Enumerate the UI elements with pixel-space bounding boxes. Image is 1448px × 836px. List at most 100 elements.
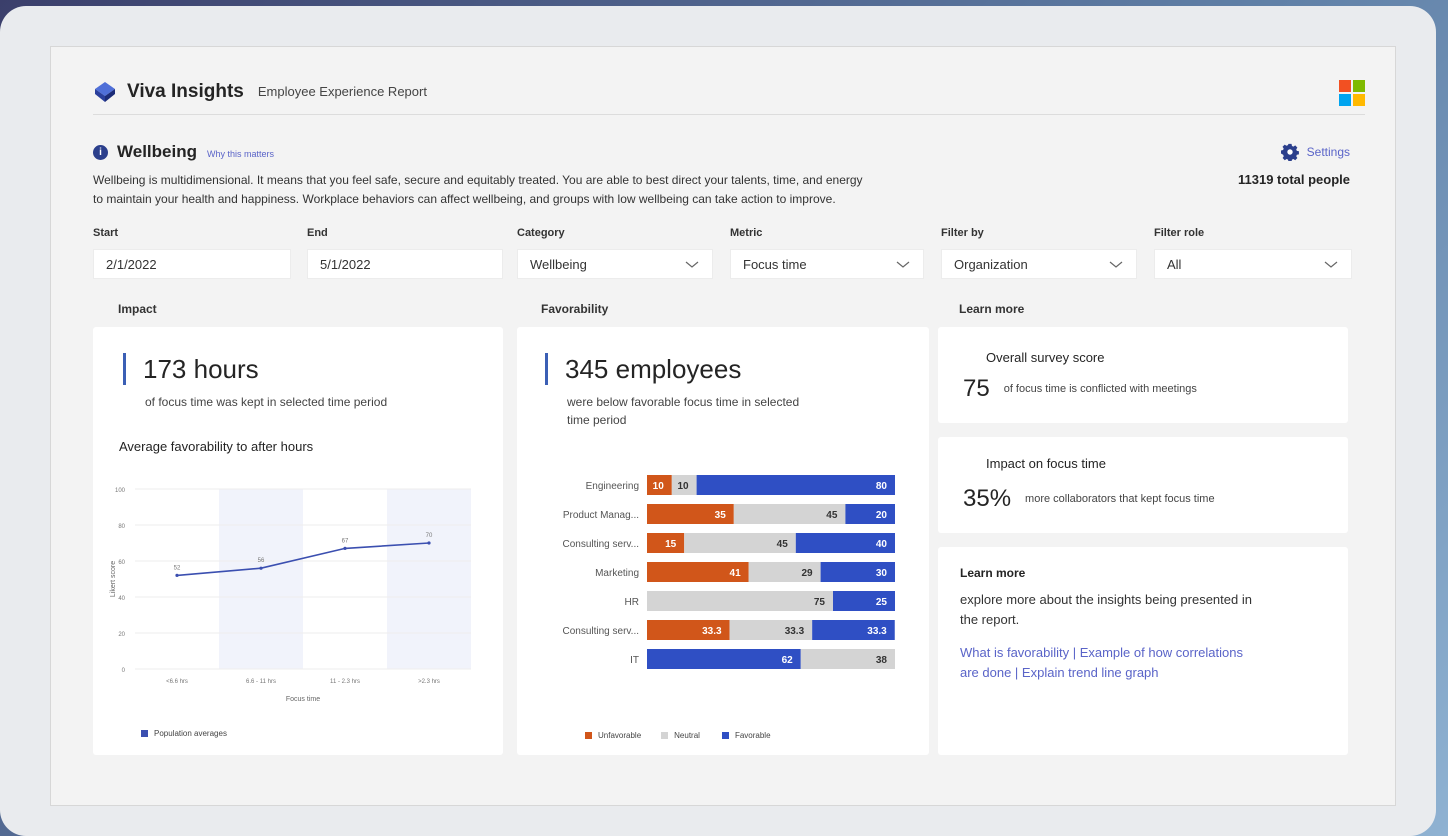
microsoft-logo-icon xyxy=(1339,80,1365,106)
focus-impact-row: 35% more collaborators that kept focus t… xyxy=(963,485,1215,513)
x-tick-label: <6.6 hrs xyxy=(166,679,188,685)
data-point xyxy=(259,566,263,570)
bar-category-label: Marketing xyxy=(595,568,639,579)
legend-label-neutral: Neutral xyxy=(674,731,700,740)
description-line-2: to maintain your health and happiness. W… xyxy=(93,192,836,206)
learn-more-links-line-1[interactable]: What is favorability | Example of how co… xyxy=(960,643,1243,663)
section-heading: i Wellbeing Why this matters xyxy=(93,142,274,162)
description-line-1: Wellbeing is multidimensional. It means … xyxy=(93,173,863,187)
learn-more-links[interactable]: What is favorability | Example of how co… xyxy=(960,643,1243,683)
line-chart: 0 20 40 60 80 100 <6.6 hrs 6.6 - 11 hrs 11 - 2.3… xyxy=(110,488,471,703)
metric-label: Metric xyxy=(730,227,763,239)
chevron-down-icon xyxy=(896,261,910,268)
bar-category-label: Product Manag... xyxy=(563,510,639,521)
bar-value-label: 15 xyxy=(665,539,677,550)
impact-card: 173 hours of focus time was kept in sele… xyxy=(93,327,503,755)
y-tick-label: 0 xyxy=(122,668,126,674)
app-name: Viva Insights xyxy=(127,80,244,102)
data-point xyxy=(427,541,431,545)
report-window: Viva Insights Employee Experience Report… xyxy=(50,46,1396,806)
legend-label-favorable: Favorable xyxy=(734,731,771,740)
bar-value-label: 45 xyxy=(777,539,789,550)
learn-more-links-line-2[interactable]: are done | Explain trend line graph xyxy=(960,663,1243,683)
why-this-matters-link[interactable]: Why this matters xyxy=(207,149,274,159)
metric-value: Focus time xyxy=(743,256,807,272)
y-tick-label: 80 xyxy=(118,524,125,530)
filter-role-label: Filter role xyxy=(1154,227,1205,239)
y-axis-label: Likert score xyxy=(110,561,117,597)
filter-by-dropdown[interactable]: Organization xyxy=(941,249,1137,279)
bar-value-label: 33.3 xyxy=(785,626,805,637)
learn-more-column-label: Learn more xyxy=(959,302,1025,316)
end-filter: End 5/1/2022 xyxy=(307,227,503,279)
legend-swatch-favorable xyxy=(721,732,729,739)
focus-impact-number: 35% xyxy=(963,485,1012,512)
bar-value-label: 75 xyxy=(814,597,826,608)
bar-segment-favorable xyxy=(647,649,801,669)
bar-value-label: 29 xyxy=(801,568,813,579)
legend-label: Population averages xyxy=(154,729,227,738)
x-tick-label: 11 - 2.3 hrs xyxy=(330,679,360,685)
accent-bar xyxy=(545,353,548,385)
bar-value-label: 30 xyxy=(876,568,888,579)
x-tick-label: >2.3 hrs xyxy=(418,679,440,685)
start-date-input[interactable]: 2/1/2022 xyxy=(93,249,291,279)
metric-dropdown[interactable]: Focus time xyxy=(730,249,924,279)
focus-impact-title: Impact on focus time xyxy=(986,456,1106,471)
category-dropdown[interactable]: Wellbeing xyxy=(517,249,713,279)
bar-chart-legend: Unfavorable Neutral Favorable xyxy=(585,731,771,740)
bar-value-label: 38 xyxy=(876,655,888,666)
end-label: End xyxy=(307,227,328,239)
survey-score-title: Overall survey score xyxy=(986,350,1105,365)
settings-button[interactable]: Settings xyxy=(1280,143,1350,161)
focus-impact-card: Impact on focus time 35% more collaborat… xyxy=(938,437,1348,533)
stacked-bar-chart: Engineering 10 10 80 Product Manag... 35 45 20 C… xyxy=(562,475,895,669)
favorability-column-label: Favorability xyxy=(541,302,609,316)
bar-value-label: 33.3 xyxy=(867,626,887,637)
filter-role-value: All xyxy=(1167,256,1182,272)
chart-band xyxy=(219,489,303,669)
data-label: 70 xyxy=(426,533,433,539)
bar-value-label: 40 xyxy=(876,539,888,550)
favorability-subtext-line-2: time period xyxy=(567,413,627,427)
bar-value-label: 62 xyxy=(782,655,794,666)
favorability-value: 345 employees xyxy=(565,353,742,384)
filter-role-dropdown[interactable]: All xyxy=(1154,249,1352,279)
end-date-input[interactable]: 5/1/2022 xyxy=(307,249,503,279)
impact-value: 173 hours xyxy=(143,353,259,384)
info-icon[interactable]: i xyxy=(93,144,108,160)
background-frame: Viva Insights Employee Experience Report… xyxy=(0,6,1436,836)
category-value: Wellbeing xyxy=(530,256,587,272)
learn-more-heading: Learn more xyxy=(960,566,1026,580)
accent-bar xyxy=(123,353,126,385)
top-bar: Viva Insights Employee Experience Report xyxy=(93,69,1365,115)
bar-value-label: 35 xyxy=(715,510,727,521)
data-label: 56 xyxy=(258,558,265,564)
line-chart-title: Average favorability to after hours xyxy=(119,439,314,454)
report-name: Employee Experience Report xyxy=(257,84,427,99)
bar-category-label: Consulting serv... xyxy=(562,539,639,550)
learn-more-body-line-2: the report. xyxy=(960,612,1020,627)
bar-segment-favorable xyxy=(845,504,895,524)
filter-by-label: Filter by xyxy=(941,227,984,239)
total-people-count: 11319 total people xyxy=(1238,172,1350,187)
impact-column-label: Impact xyxy=(118,302,157,316)
chevron-down-icon xyxy=(685,261,699,268)
bar-value-label: 45 xyxy=(826,510,838,521)
legend-label-unfavorable: Unfavorable xyxy=(598,731,642,740)
bar-value-label: 41 xyxy=(730,568,742,579)
viva-insights-logo-icon xyxy=(95,81,115,102)
section-title: Wellbeing xyxy=(117,142,197,161)
x-tick-label: 6.6 - 11 hrs xyxy=(246,679,276,685)
bar-category-label: IT xyxy=(630,655,639,666)
y-tick-label: 40 xyxy=(118,596,125,602)
category-label: Category xyxy=(517,227,565,239)
settings-label: Settings xyxy=(1306,145,1350,159)
chevron-down-icon xyxy=(1109,261,1123,268)
bar-value-label: 25 xyxy=(876,597,888,608)
legend-swatch xyxy=(141,730,148,737)
category-filter: Category Wellbeing xyxy=(517,227,713,279)
section-description: Wellbeing is multidimensional. It means … xyxy=(93,171,1073,209)
bar-value-label: 10 xyxy=(653,481,665,492)
x-axis-label: Focus time xyxy=(286,696,320,703)
